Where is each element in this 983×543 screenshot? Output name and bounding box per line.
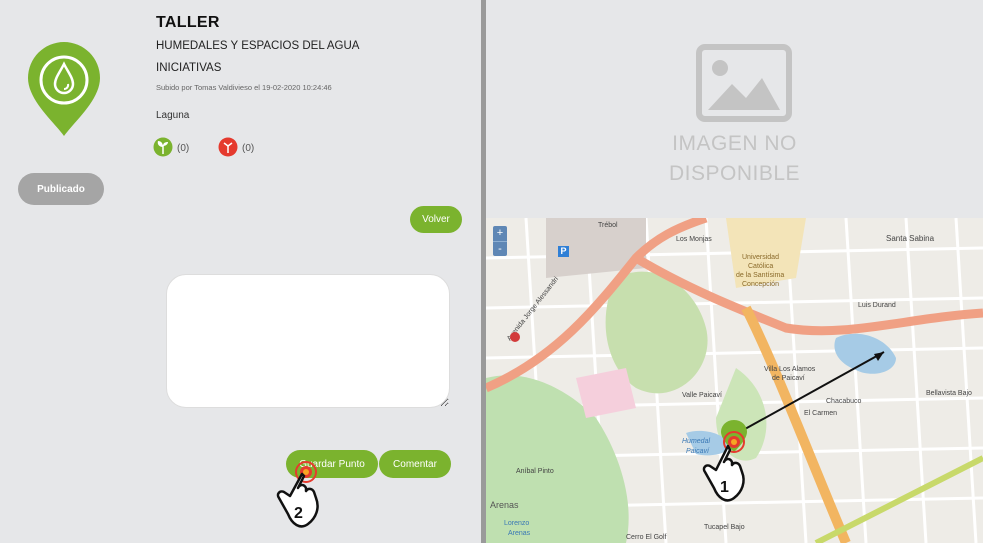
water-drop-pin-icon (26, 42, 102, 143)
step-2-label: 2 (294, 505, 303, 522)
image-unavailable-line1: IMAGEN NO (672, 132, 797, 155)
map-label-tucapel: Tucapel Bajo (704, 524, 745, 531)
map-label-villa-2: de Paicaví (772, 375, 805, 382)
map-label-anibal: Aníbal Pinto (516, 468, 554, 475)
published-status-button[interactable]: Publicado (18, 173, 104, 205)
map-label-bellavista: Bellavista Bajo (926, 390, 972, 397)
detail-panel: IMAGEN NO DISPONIBLE + - Trébol Los Monj… (486, 0, 983, 543)
hospital-icon (510, 332, 520, 342)
comment-input[interactable] (166, 274, 450, 408)
map-label-monjas: Los Monjas (676, 236, 712, 243)
zoom-out-button[interactable]: - (493, 241, 507, 257)
map-label-lorenzo-arenas: Arenas (508, 530, 531, 537)
back-button[interactable]: Volver (410, 206, 462, 233)
map-view[interactable]: + - Trébol Los Monjas Universidad Católi… (486, 218, 983, 543)
image-placeholder-icon (696, 44, 792, 127)
map-label-el-carmen: El Carmen (804, 410, 838, 417)
post-title: TALLER (156, 14, 220, 31)
upload-info: Subido por Tomas Valdivieso el 19-02-202… (156, 83, 332, 92)
zoom-in-button[interactable]: + (493, 226, 507, 241)
map-label-university-1: Universidad (742, 254, 779, 261)
dislike-button[interactable]: (0) (218, 137, 254, 160)
map-label-valle: Valle Paicaví (682, 392, 722, 399)
map-zoom-control: + - (493, 226, 507, 256)
map-label-arenas: Arenas (490, 500, 519, 510)
tap-gesture-1-icon: 1 (692, 440, 752, 525)
map-label-luis-durand: Luis Durand (858, 302, 896, 309)
tap-gesture-2-icon: 2 (262, 458, 322, 543)
image-placeholder: IMAGEN NO DISPONIBLE (486, 0, 983, 218)
dislike-drop-icon (218, 137, 238, 160)
like-sprout-icon (153, 137, 173, 160)
like-count: (0) (177, 143, 190, 154)
map-label-university-3: de la Santísima (736, 272, 785, 279)
map-label-chacabuco: Chacabuco (826, 398, 862, 405)
step-1-label: 1 (720, 479, 729, 496)
map-label-lorenzo: Lorenzo (504, 520, 530, 527)
post-subtitle: HUMEDALES Y ESPACIOS DEL AGUA (156, 40, 360, 52)
post-type: INICIATIVAS (156, 62, 222, 74)
map-label-villa: Villa Los Alamos (764, 366, 816, 373)
parking-icon: P (558, 246, 569, 257)
post-category: Laguna (156, 110, 190, 121)
like-button[interactable]: (0) (153, 137, 189, 160)
map-label-santa-sabina: Santa Sabina (886, 234, 935, 243)
map-label-trebol: Trébol (598, 222, 618, 229)
image-unavailable-line2: DISPONIBLE (668, 162, 801, 185)
comment-button[interactable]: Comentar (379, 450, 451, 478)
dislike-count: (0) (242, 143, 255, 154)
map-label-university-4: Concepción (742, 281, 779, 288)
map-label-cerro: Cerro El Golf (626, 534, 667, 541)
post-panel: TALLER HUMEDALES Y ESPACIOS DEL AGUA INI… (0, 0, 481, 543)
map-label-university-2: Católica (748, 263, 774, 270)
